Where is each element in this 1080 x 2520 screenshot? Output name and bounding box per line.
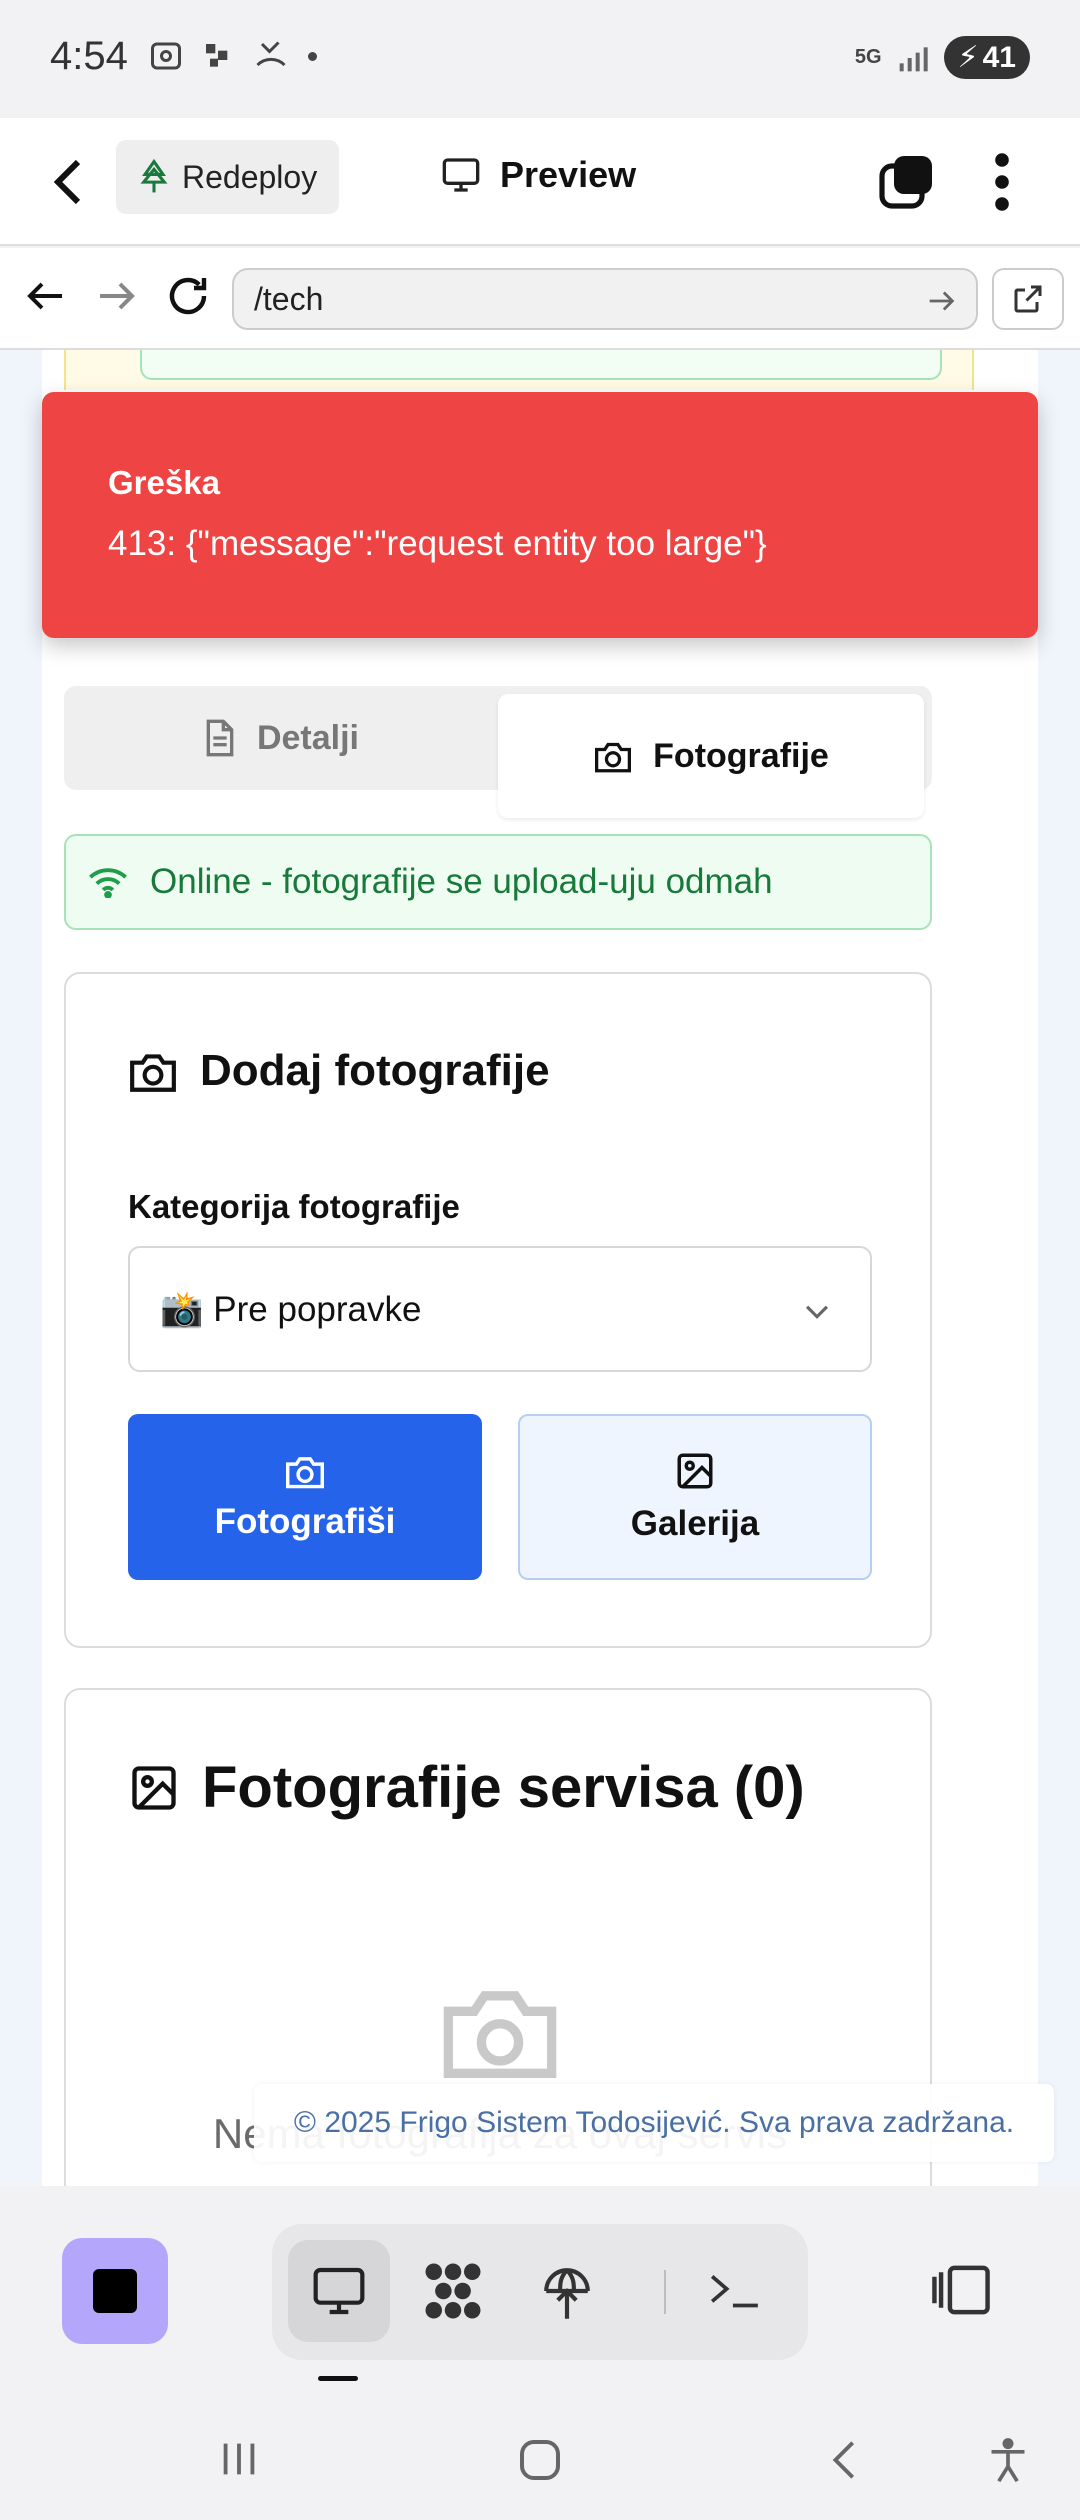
status-section-edge (140, 350, 942, 380)
category-select[interactable]: 📸 Pre popravke (128, 1246, 872, 1372)
app-notification-icon (206, 44, 228, 67)
url-text: /tech (254, 280, 324, 317)
system-back-button[interactable] (822, 2436, 868, 2489)
more-options-button[interactable] (982, 150, 1022, 214)
add-photos-title-text: Dodaj fotografije (200, 1046, 550, 1095)
tabs-button[interactable] (878, 154, 934, 210)
android-navigation-bar (0, 2406, 1080, 2520)
monitor-icon (442, 158, 480, 192)
service-photos-title-text: Fotografije servisa (0) (202, 1755, 805, 1820)
view-switcher (272, 2224, 808, 2360)
active-view-indicator (318, 2376, 358, 2381)
camera-icon (286, 1457, 324, 1489)
toolbar-divider (664, 2270, 666, 2314)
status-time: 4:54 (50, 34, 128, 78)
panel-toggle-button[interactable] (930, 2262, 992, 2323)
preview-label: Preview (500, 154, 637, 195)
url-input[interactable]: /tech (232, 268, 978, 330)
battery-indicator: ⚡ 41 (943, 36, 1030, 79)
error-toast[interactable]: Greška 413: {"message":"request entity t… (42, 392, 1038, 638)
console-view-button[interactable] (684, 2240, 786, 2342)
chevron-left-icon (53, 159, 81, 205)
system-status: 5G ⚡ 41 (855, 36, 1030, 79)
chevron-down-icon (805, 1305, 829, 1319)
reload-button[interactable] (164, 272, 214, 322)
error-toast-title: Greška (108, 464, 220, 501)
online-status-banner: Online - fotografije se upload-uju odmah (64, 834, 932, 930)
back-arrow-icon (832, 2441, 855, 2479)
tabs-icon (879, 156, 932, 209)
recent-apps-button[interactable] (216, 2436, 262, 2487)
workspace-view-button[interactable] (402, 2240, 504, 2342)
tree-icon (140, 159, 168, 193)
charging-icon: ⚡ (957, 41, 979, 74)
accessibility-button[interactable] (986, 2436, 1030, 2491)
add-photos-title: Dodaj fotografije (128, 1046, 550, 1096)
bottom-toolbar (0, 2186, 1080, 2406)
online-status-text: Online - fotografije se upload-uju odmah (150, 862, 773, 901)
camera-placeholder-icon (443, 1991, 557, 2078)
gallery-label: Galerija (630, 1504, 760, 1543)
category-label: Kategorija fotografije (128, 1188, 460, 1225)
status-bar: 4:54 5G ⚡ 41 (0, 0, 1080, 118)
camera-icon (130, 1054, 176, 1092)
image-icon (132, 1765, 176, 1810)
globe-upload-icon (544, 2268, 590, 2319)
browser-bar: /tech (0, 248, 1080, 350)
preview-title: Preview (440, 154, 636, 196)
stop-icon (93, 2269, 137, 2313)
missed-call-icon (256, 41, 286, 67)
reload-icon (169, 277, 207, 315)
arrow-right-icon (100, 282, 135, 310)
home-button[interactable] (516, 2436, 564, 2489)
notification-icons (148, 38, 317, 74)
redeploy-label: Redeploy (182, 158, 318, 195)
tab-photos[interactable]: Fotografije (498, 694, 924, 818)
image-icon (677, 1453, 713, 1489)
tab-details[interactable]: Detalji (64, 694, 498, 782)
home-icon (520, 2440, 560, 2480)
deploy-view-button[interactable] (516, 2240, 618, 2342)
screenshot-icon (151, 42, 181, 70)
take-photo-label: Fotografiši (214, 1502, 396, 1541)
sidebar-panel-icon (932, 2265, 990, 2315)
stop-button[interactable] (62, 2238, 168, 2344)
redeploy-button[interactable]: Redeploy (116, 140, 340, 214)
tab-details-label: Detalji (256, 718, 360, 757)
monitor-icon (313, 2267, 365, 2315)
browser-back-button[interactable] (22, 272, 72, 322)
category-selected-value: 📸 Pre popravke (160, 1289, 422, 1329)
open-external-button[interactable] (992, 268, 1064, 330)
battery-level: 41 (982, 40, 1016, 74)
wifi-icon (89, 868, 127, 898)
recent-apps-icon (223, 2443, 255, 2475)
camera-icon (595, 742, 632, 773)
app-header: Redeploy Preview (0, 118, 1080, 246)
go-arrow-icon[interactable] (924, 284, 958, 318)
tab-bar: Detalji Fotografije (64, 686, 932, 818)
signal-icon (899, 46, 928, 71)
accessibility-icon (991, 2438, 1025, 2483)
gallery-button[interactable]: Galerija (518, 1414, 872, 1580)
arrow-left-icon (27, 282, 62, 310)
external-link-icon (1014, 285, 1042, 313)
preview-view-button[interactable] (288, 2240, 390, 2342)
take-photo-button[interactable]: Fotografiši (128, 1414, 482, 1580)
service-photos-title: Fotografije servisa (0) (128, 1754, 805, 1821)
browser-forward-button[interactable] (92, 272, 142, 322)
dot-icon (308, 51, 317, 61)
add-photos-card: Dodaj fotografije Kategorija fotografije… (64, 972, 932, 1648)
error-toast-message: 413: {"message":"request entity too larg… (108, 524, 767, 563)
more-vertical-icon (995, 153, 1009, 211)
copyright-footer: © 2025 Frigo Sistem Todosijević. Sva pra… (254, 2084, 1054, 2162)
document-icon (206, 719, 234, 757)
dots-grid-icon (425, 2263, 481, 2319)
tab-photos-label: Fotografije (653, 736, 829, 775)
back-button[interactable] (50, 154, 100, 210)
terminal-icon (710, 2275, 758, 2308)
network-type: 5G (854, 46, 882, 68)
